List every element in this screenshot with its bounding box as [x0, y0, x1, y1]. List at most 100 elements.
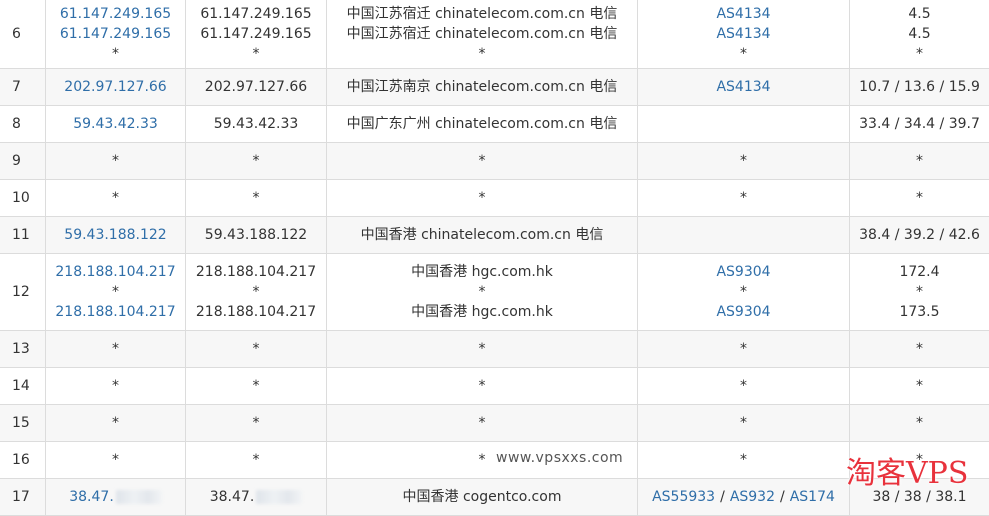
latency: 4.5 [908, 5, 931, 22]
hostname: * [252, 415, 260, 431]
latency-cell: * [850, 368, 989, 404]
latency-cell: 33.4 / 34.4 / 39.7 [850, 106, 989, 142]
hostname-cell: 218.188.104.217 * 218.188.104.217 [186, 254, 327, 330]
hop-number: 16 [12, 452, 30, 468]
hostname: * [252, 341, 260, 357]
hop-number: 13 [12, 341, 30, 357]
hostname: * [252, 452, 260, 468]
hostname-cell: 59.43.42.33 [186, 106, 327, 142]
no-reply: * [740, 153, 747, 169]
location: 中国香港 hgc.com.hk [411, 304, 553, 320]
hop-row: 9 * * * * * [0, 143, 989, 180]
hop-number-cell: 7 [0, 69, 46, 105]
location-cell: * [327, 405, 638, 441]
no-reply: * [112, 415, 119, 431]
latency-cell: 4.5 4.5 * [850, 0, 989, 68]
latency: * [916, 153, 923, 169]
ip-cell: 202.97.127.66 [46, 69, 186, 105]
no-reply: * [112, 45, 119, 62]
latency-cell: 10.7 / 13.6 / 15.9 [850, 69, 989, 105]
asn-link[interactable]: AS9304 [716, 302, 770, 322]
location-cell: 中国江苏宿迁 chinatelecom.com.cn 电信 中国江苏宿迁 chin… [327, 0, 638, 68]
hop-number: 12 [12, 284, 30, 300]
latency: 173.5 [899, 304, 940, 320]
asn-link[interactable]: AS4134 [716, 77, 770, 97]
hostname: * [252, 190, 260, 206]
location: 中国香港 cogentco.com [402, 489, 562, 505]
ip-cell: * [46, 331, 186, 367]
asn-line: * [740, 151, 747, 171]
asn-link[interactable]: AS932 [730, 487, 775, 507]
asn-line: * [740, 282, 747, 302]
redacted-blur [115, 490, 162, 504]
asn-cell: * [638, 368, 850, 404]
watermark-site: www.vpsxxs.com [496, 450, 624, 466]
asn-line: * [740, 188, 747, 208]
ip-cell: 218.188.104.217 * 218.188.104.217 [46, 254, 186, 330]
ip-link[interactable]: 61.147.249.165 [60, 4, 171, 24]
location: 中国香港 hgc.com.hk [411, 264, 553, 280]
asn-link[interactable]: AS9304 [716, 262, 770, 282]
hop-row: 12 218.188.104.217 * 218.188.104.217 218.188… [0, 254, 989, 331]
location-cell: * [327, 143, 638, 179]
hop-number: 6 [12, 25, 21, 42]
ip-link[interactable]: 38.47. [69, 487, 162, 507]
watermark-brand: 淘客VPS [846, 456, 969, 491]
asn-link[interactable]: AS4134 [716, 24, 770, 44]
asn-cell [638, 217, 850, 253]
hostname-cell: 59.43.188.122 [186, 217, 327, 253]
location-cell: 中国香港 hgc.com.hk * 中国香港 hgc.com.hk [327, 254, 638, 330]
ip-link[interactable]: 59.43.188.122 [64, 225, 166, 245]
asn-line: AS9304 [716, 302, 770, 322]
location: 中国江苏宿迁 chinatelecom.com.cn 电信 [346, 5, 618, 22]
latency: * [916, 341, 923, 357]
hop-row: 11 59.43.188.122 59.43.188.122 中国香港 chinate… [0, 217, 989, 254]
asn-link[interactable]: AS55933 [652, 487, 715, 507]
location: * [478, 341, 486, 357]
asn-separator: / [780, 489, 785, 505]
hostname: * [252, 378, 260, 394]
asn-link[interactable]: AS4134 [716, 4, 770, 24]
no-reply: * [112, 284, 119, 300]
asn-cell: * [638, 180, 850, 216]
asn-cell: * [638, 442, 850, 478]
latency: * [916, 284, 923, 300]
asn-line: AS4134 [716, 24, 770, 44]
ip-link[interactable]: 218.188.104.217 [55, 302, 175, 322]
location-cell: 中国香港 chinatelecom.com.cn 电信 [327, 217, 638, 253]
latency: 4.5 [908, 25, 931, 42]
ip-cell: 59.43.188.122 [46, 217, 186, 253]
latency-cell: * [850, 405, 989, 441]
hop-number-cell: 8 [0, 106, 46, 142]
ip-link[interactable]: 59.43.42.33 [73, 114, 158, 134]
no-reply: * [112, 341, 119, 357]
ip-cell: * [46, 368, 186, 404]
latency: 33.4 / 34.4 / 39.7 [859, 116, 980, 132]
ip-link[interactable]: 218.188.104.217 [55, 262, 175, 282]
asn-cell: AS9304 * AS9304 [638, 254, 850, 330]
asn-cell [638, 106, 850, 142]
asn-line: * [740, 44, 747, 64]
hostname: 59.43.42.33 [213, 116, 299, 132]
asn-line: AS9304 [716, 262, 770, 282]
location-cell: 中国江苏南京 chinatelecom.com.cn 电信 [327, 69, 638, 105]
asn-line: * [740, 339, 747, 359]
no-reply: * [112, 153, 119, 169]
location-cell: * [327, 368, 638, 404]
latency-cell: 172.4 * 173.5 [850, 254, 989, 330]
asn-link[interactable]: AS174 [790, 487, 835, 507]
location: * [478, 190, 486, 206]
latency: * [916, 190, 923, 206]
ip-link[interactable]: 202.97.127.66 [64, 77, 166, 97]
hostname: 61.147.249.165 [200, 5, 312, 22]
hop-number: 7 [12, 79, 21, 95]
location: * [478, 415, 486, 431]
hostname-cell: 61.147.249.165 61.147.249.165 * [186, 0, 327, 68]
no-reply: * [112, 452, 119, 468]
hostname: 202.97.127.66 [204, 79, 308, 95]
location: 中国江苏南京 chinatelecom.com.cn 电信 [346, 79, 618, 95]
hop-number-cell: 17 [0, 479, 46, 515]
latency: 10.7 / 13.6 / 15.9 [859, 79, 980, 95]
ip-link[interactable]: 61.147.249.165 [60, 24, 171, 44]
asn-line: AS4134 [716, 77, 770, 97]
